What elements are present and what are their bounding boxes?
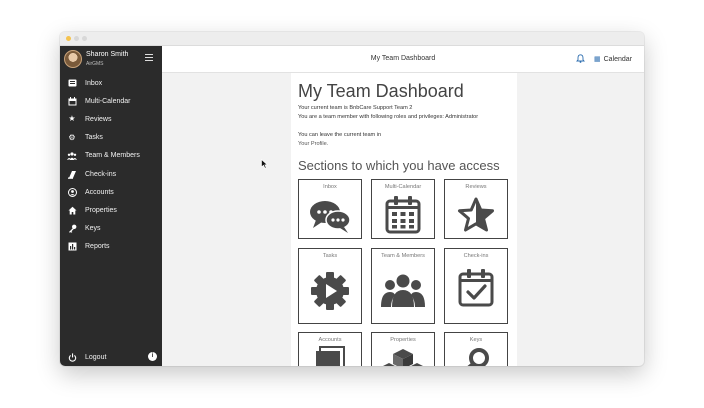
sidebar-item-label: Tasks (85, 134, 103, 142)
chart-icon (67, 242, 77, 252)
user-org: AirGMS (86, 61, 104, 67)
tile-label: Keys (469, 337, 483, 343)
star-outline-icon (445, 197, 507, 238)
tile-keys[interactable]: Keys (444, 332, 508, 366)
tile-accounts[interactable]: Accounts (298, 332, 362, 366)
chat-bubbles-icon (299, 198, 361, 239)
sidebar-item-label: Inbox (85, 79, 103, 87)
hamburger-menu-icon[interactable] (145, 54, 153, 61)
current-team-text: Your current team is BnbCare Support Tea… (298, 105, 413, 111)
tile-inbox[interactable]: Inbox (298, 179, 362, 239)
sidebar-item-reports[interactable]: Reports (60, 238, 162, 256)
sidebar-item-check-ins[interactable]: Check-ins (60, 165, 162, 183)
tile-label: Multi-Calendar (384, 184, 422, 190)
sidebar-item-accounts[interactable]: Accounts (60, 183, 162, 201)
roles-text: You are a team member with following rol… (298, 114, 479, 120)
sidebar-item-label: Check-ins (85, 170, 117, 178)
tile-label: Inbox (323, 184, 337, 190)
sidebar-item-inbox[interactable]: Inbox (60, 74, 162, 92)
sidebar-item-tasks[interactable]: ⚙ Tasks (60, 129, 162, 147)
calendar-grid-icon (372, 196, 434, 239)
sidebar-nav: Inbox Multi-Calendar ★ Reviews ⚙ Tasks T… (60, 74, 162, 256)
users-icon (67, 151, 77, 161)
sidebar-item-label: Keys (85, 225, 101, 233)
sidebar-item-label: Reports (85, 243, 110, 251)
window-maximize-dot[interactable] (82, 36, 87, 41)
sidebar-item-multi-calendar[interactable]: Multi-Calendar (60, 92, 162, 110)
avatar[interactable] (64, 50, 82, 68)
accounts-stack-icon (299, 345, 361, 366)
sidebar: Sharon Smith AirGMS Inbox Multi-Calendar… (60, 46, 162, 366)
inbox-icon (67, 78, 77, 88)
home-icon (67, 205, 77, 215)
gear-icon: ⚙ (68, 132, 76, 142)
key-outline-icon (445, 347, 507, 366)
dashboard-heading: My Team Dashboard (298, 81, 464, 101)
account-icon (67, 187, 77, 197)
calendar-icon (67, 96, 77, 106)
bell-icon[interactable] (576, 54, 585, 65)
tile-label: Reviews (465, 184, 487, 190)
sidebar-item-team-members[interactable]: Team & Members (60, 147, 162, 165)
info-icon[interactable]: i (148, 352, 157, 361)
page-title: My Team Dashboard (370, 55, 436, 62)
logout-label: Logout (85, 353, 107, 361)
calendar-check-icon (445, 269, 507, 312)
sidebar-item-label: Multi-Calendar (85, 97, 131, 105)
sidebar-item-reviews[interactable]: ★ Reviews (60, 110, 162, 128)
tile-check-ins[interactable]: Check-ins (444, 248, 508, 324)
window-close-dot[interactable] (66, 36, 71, 41)
tile-label: Team & Members (381, 253, 425, 259)
calendar-link[interactable]: ▦ Calendar (594, 55, 632, 63)
sidebar-item-keys[interactable]: Keys (60, 220, 162, 238)
group-icon (372, 273, 434, 318)
sidebar-item-properties[interactable]: Properties (60, 201, 162, 219)
window-titlebar (60, 32, 644, 46)
tile-properties[interactable]: Properties (371, 332, 435, 366)
user-name: Sharon Smith (86, 51, 129, 58)
tile-label: Properties (390, 337, 416, 343)
mouse-cursor-icon (261, 158, 269, 171)
dashboard-panel: My Team Dashboard Your current team is B… (291, 73, 517, 366)
star-icon: ★ (68, 114, 76, 124)
leave-team-text: You can leave the current team in (298, 132, 382, 138)
checkin-icon (67, 169, 77, 179)
logout-button[interactable]: Logout (67, 352, 106, 362)
gear-play-icon (299, 271, 361, 316)
cubes-icon (372, 347, 434, 366)
sidebar-item-label: Accounts (85, 188, 114, 196)
your-profile-link[interactable]: Your Profile. (298, 141, 328, 147)
calendar-link-label: Calendar (603, 56, 633, 63)
sidebar-item-label: Reviews (85, 115, 112, 123)
tile-reviews[interactable]: Reviews (444, 179, 508, 239)
key-icon (67, 224, 77, 234)
top-bar: My Team Dashboard ▦ Calendar (162, 46, 644, 73)
power-icon (67, 352, 77, 362)
window-minimize-dot[interactable] (74, 36, 79, 41)
tile-label: Accounts (318, 337, 342, 343)
sections-heading: Sections to which you have access (298, 158, 500, 173)
tile-label: Tasks (322, 253, 338, 259)
sidebar-item-label: Properties (85, 206, 117, 214)
tile-label: Check-ins (463, 253, 489, 259)
tile-team-members[interactable]: Team & Members (371, 248, 435, 324)
tile-multi-calendar[interactable]: Multi-Calendar (371, 179, 435, 239)
app-window: Sharon Smith AirGMS Inbox Multi-Calendar… (60, 32, 644, 366)
sidebar-item-label: Team & Members (85, 152, 140, 160)
calendar-small-icon: ▦ (594, 56, 601, 63)
tile-tasks[interactable]: Tasks (298, 248, 362, 324)
